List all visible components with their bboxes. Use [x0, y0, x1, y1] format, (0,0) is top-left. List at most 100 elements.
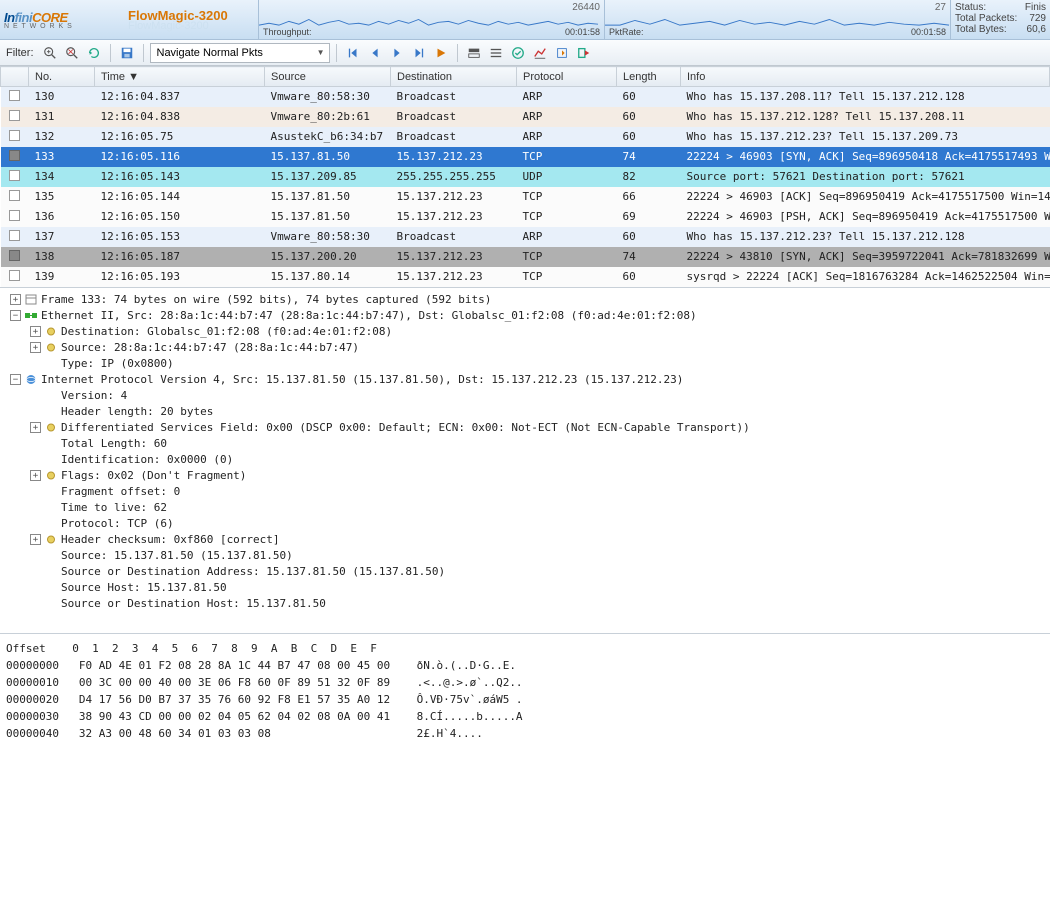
cell-dest: 15.137.212.23 — [391, 247, 517, 267]
collapse-icon[interactable]: − — [10, 310, 21, 321]
packet-table[interactable]: No. Time ▼ Source Destination Protocol L… — [0, 66, 1050, 287]
graph-button[interactable] — [530, 43, 550, 63]
dot-icon — [45, 422, 57, 433]
layout2-button[interactable] — [486, 43, 506, 63]
row-checkbox[interactable] — [9, 170, 20, 181]
collapse-icon[interactable]: − — [10, 374, 21, 385]
detail-line[interactable]: Header length: 20 bytes — [6, 404, 1044, 420]
detail-line[interactable]: Version: 4 — [6, 388, 1044, 404]
table-row[interactable]: 136 12:16:05.150 15.137.81.50 15.137.212… — [1, 207, 1050, 227]
detail-text: Internet Protocol Version 4, Src: 15.137… — [41, 372, 683, 388]
zoom-out-button[interactable] — [62, 43, 82, 63]
col-info[interactable]: Info — [681, 67, 1050, 87]
navigate-select[interactable]: Navigate Normal Pkts — [150, 43, 330, 63]
table-row[interactable]: 134 12:16:05.143 15.137.209.85 255.255.2… — [1, 167, 1050, 187]
table-row[interactable]: 133 12:16:05.116 15.137.81.50 15.137.212… — [1, 147, 1050, 167]
detail-line[interactable]: Fragment offset: 0 — [6, 484, 1044, 500]
detail-line[interactable]: Protocol: TCP (6) — [6, 516, 1044, 532]
pktrate-sparkline — [605, 12, 950, 27]
table-row[interactable]: 132 12:16:05.75 AsustekC_b6:34:b7 Broadc… — [1, 127, 1050, 147]
zoom-in-button[interactable] — [40, 43, 60, 63]
expand-icon[interactable]: + — [30, 422, 41, 433]
last-button[interactable] — [409, 43, 429, 63]
row-checkbox[interactable] — [9, 210, 20, 221]
exit-button[interactable] — [574, 43, 594, 63]
expand-icon[interactable]: + — [10, 294, 21, 305]
col-dest[interactable]: Destination — [391, 67, 517, 87]
cell-dest: Broadcast — [391, 127, 517, 147]
detail-line[interactable]: Source Host: 15.137.81.50 — [6, 580, 1044, 596]
cell-source: 15.137.209.85 — [265, 167, 391, 187]
cell-dest: Broadcast — [391, 87, 517, 107]
expand-icon[interactable]: + — [30, 470, 41, 481]
check-button[interactable] — [508, 43, 528, 63]
expand-icon[interactable]: + — [30, 342, 41, 353]
col-len[interactable]: Length — [617, 67, 681, 87]
frame-icon — [25, 294, 37, 305]
cell-time: 12:16:05.187 — [95, 247, 265, 267]
save-button[interactable] — [117, 43, 137, 63]
detail-line[interactable]: +Differentiated Services Field: 0x00 (DS… — [6, 420, 1044, 436]
detail-line[interactable]: +Header checksum: 0xf860 [correct] — [6, 532, 1044, 548]
refresh-button[interactable] — [84, 43, 104, 63]
export-button[interactable] — [552, 43, 572, 63]
detail-line[interactable]: Source or Destination Host: 15.137.81.50 — [6, 596, 1044, 612]
detail-line[interactable]: + Source: 28:8a:1c:44:b7:47 (28:8a:1c:44:… — [6, 340, 1044, 356]
layout1-button[interactable] — [464, 43, 484, 63]
cell-info: 22224 > 46903 [SYN, ACK] Seq=896950418 A… — [681, 147, 1050, 167]
row-checkbox[interactable] — [9, 150, 20, 161]
table-row[interactable]: 137 12:16:05.153 Vmware_80:58:30 Broadca… — [1, 227, 1050, 247]
col-time[interactable]: Time ▼ — [95, 67, 265, 87]
first-button[interactable] — [343, 43, 363, 63]
play-button[interactable] — [431, 43, 451, 63]
detail-line[interactable]: −Ethernet II, Src: 28:8a:1c:44:b7:47 (28… — [6, 308, 1044, 324]
row-checkbox[interactable] — [9, 270, 20, 281]
cell-len: 74 — [617, 147, 681, 167]
col-proto[interactable]: Protocol — [517, 67, 617, 87]
table-row[interactable]: 139 12:16:05.193 15.137.80.14 15.137.212… — [1, 267, 1050, 287]
detail-line[interactable]: Identification: 0x0000 (0) — [6, 452, 1044, 468]
prev-button[interactable] — [365, 43, 385, 63]
table-row[interactable]: 130 12:16:04.837 Vmware_80:58:30 Broadca… — [1, 87, 1050, 107]
expand-icon[interactable]: + — [30, 326, 41, 337]
detail-line[interactable]: Source: 15.137.81.50 (15.137.81.50) — [6, 548, 1044, 564]
table-row[interactable]: 138 12:16:05.187 15.137.200.20 15.137.21… — [1, 247, 1050, 267]
detail-line[interactable]: + Destination: Globalsc_01:f2:08 (f0:ad:4… — [6, 324, 1044, 340]
cell-source: 15.137.200.20 — [265, 247, 391, 267]
col-no[interactable]: No. — [29, 67, 95, 87]
cell-no: 139 — [29, 267, 95, 287]
hex-pane[interactable]: Offset 0 1 2 3 4 5 6 7 8 9 A B C D E F 0… — [0, 633, 1050, 748]
logo: InfiniCORE N E T W O R K S — [0, 0, 128, 39]
row-checkbox[interactable] — [9, 90, 20, 101]
detail-text: Destination: Globalsc_01:f2:08 (f0:ad:4e… — [61, 324, 392, 340]
detail-text: Source: 28:8a:1c:44:b7:47 (28:8a:1c:44:b… — [61, 340, 359, 356]
cell-info: sysrqd > 22224 [ACK] Seq=1816763284 Ack=… — [681, 267, 1050, 287]
next-button[interactable] — [387, 43, 407, 63]
detail-line[interactable]: Total Length: 60 — [6, 436, 1044, 452]
detail-line[interactable]: Type: IP (0x0800) — [6, 356, 1044, 372]
row-checkbox[interactable] — [9, 250, 20, 261]
cell-len: 82 — [617, 167, 681, 187]
table-row[interactable]: 131 12:16:04.838 Vmware_80:2b:61 Broadca… — [1, 107, 1050, 127]
detail-line[interactable]: + Frame 133: 74 bytes on wire (592 bits),… — [6, 292, 1044, 308]
row-checkbox[interactable] — [9, 110, 20, 121]
cell-time: 12:16:05.193 — [95, 267, 265, 287]
detail-text: Frame 133: 74 bytes on wire (592 bits), … — [41, 292, 491, 308]
detail-line[interactable]: − Internet Protocol Version 4, Src: 15.13… — [6, 372, 1044, 388]
table-header-row: No. Time ▼ Source Destination Protocol L… — [1, 67, 1050, 87]
detail-line[interactable]: Source or Destination Address: 15.137.81… — [6, 564, 1044, 580]
detail-line[interactable]: Time to live: 62 — [6, 500, 1044, 516]
expand-icon[interactable]: + — [30, 534, 41, 545]
col-check[interactable] — [1, 67, 29, 87]
details-pane[interactable]: + Frame 133: 74 bytes on wire (592 bits),… — [0, 287, 1050, 633]
dot-icon — [45, 534, 57, 545]
row-checkbox[interactable] — [9, 130, 20, 141]
detail-text: Flags: 0x02 (Don't Fragment) — [61, 468, 246, 484]
col-source[interactable]: Source — [265, 67, 391, 87]
row-checkbox[interactable] — [9, 230, 20, 241]
detail-line[interactable]: + Flags: 0x02 (Don't Fragment) — [6, 468, 1044, 484]
table-row[interactable]: 135 12:16:05.144 15.137.81.50 15.137.212… — [1, 187, 1050, 207]
cell-time: 12:16:05.153 — [95, 227, 265, 247]
row-checkbox[interactable] — [9, 190, 20, 201]
cell-time: 12:16:05.116 — [95, 147, 265, 167]
